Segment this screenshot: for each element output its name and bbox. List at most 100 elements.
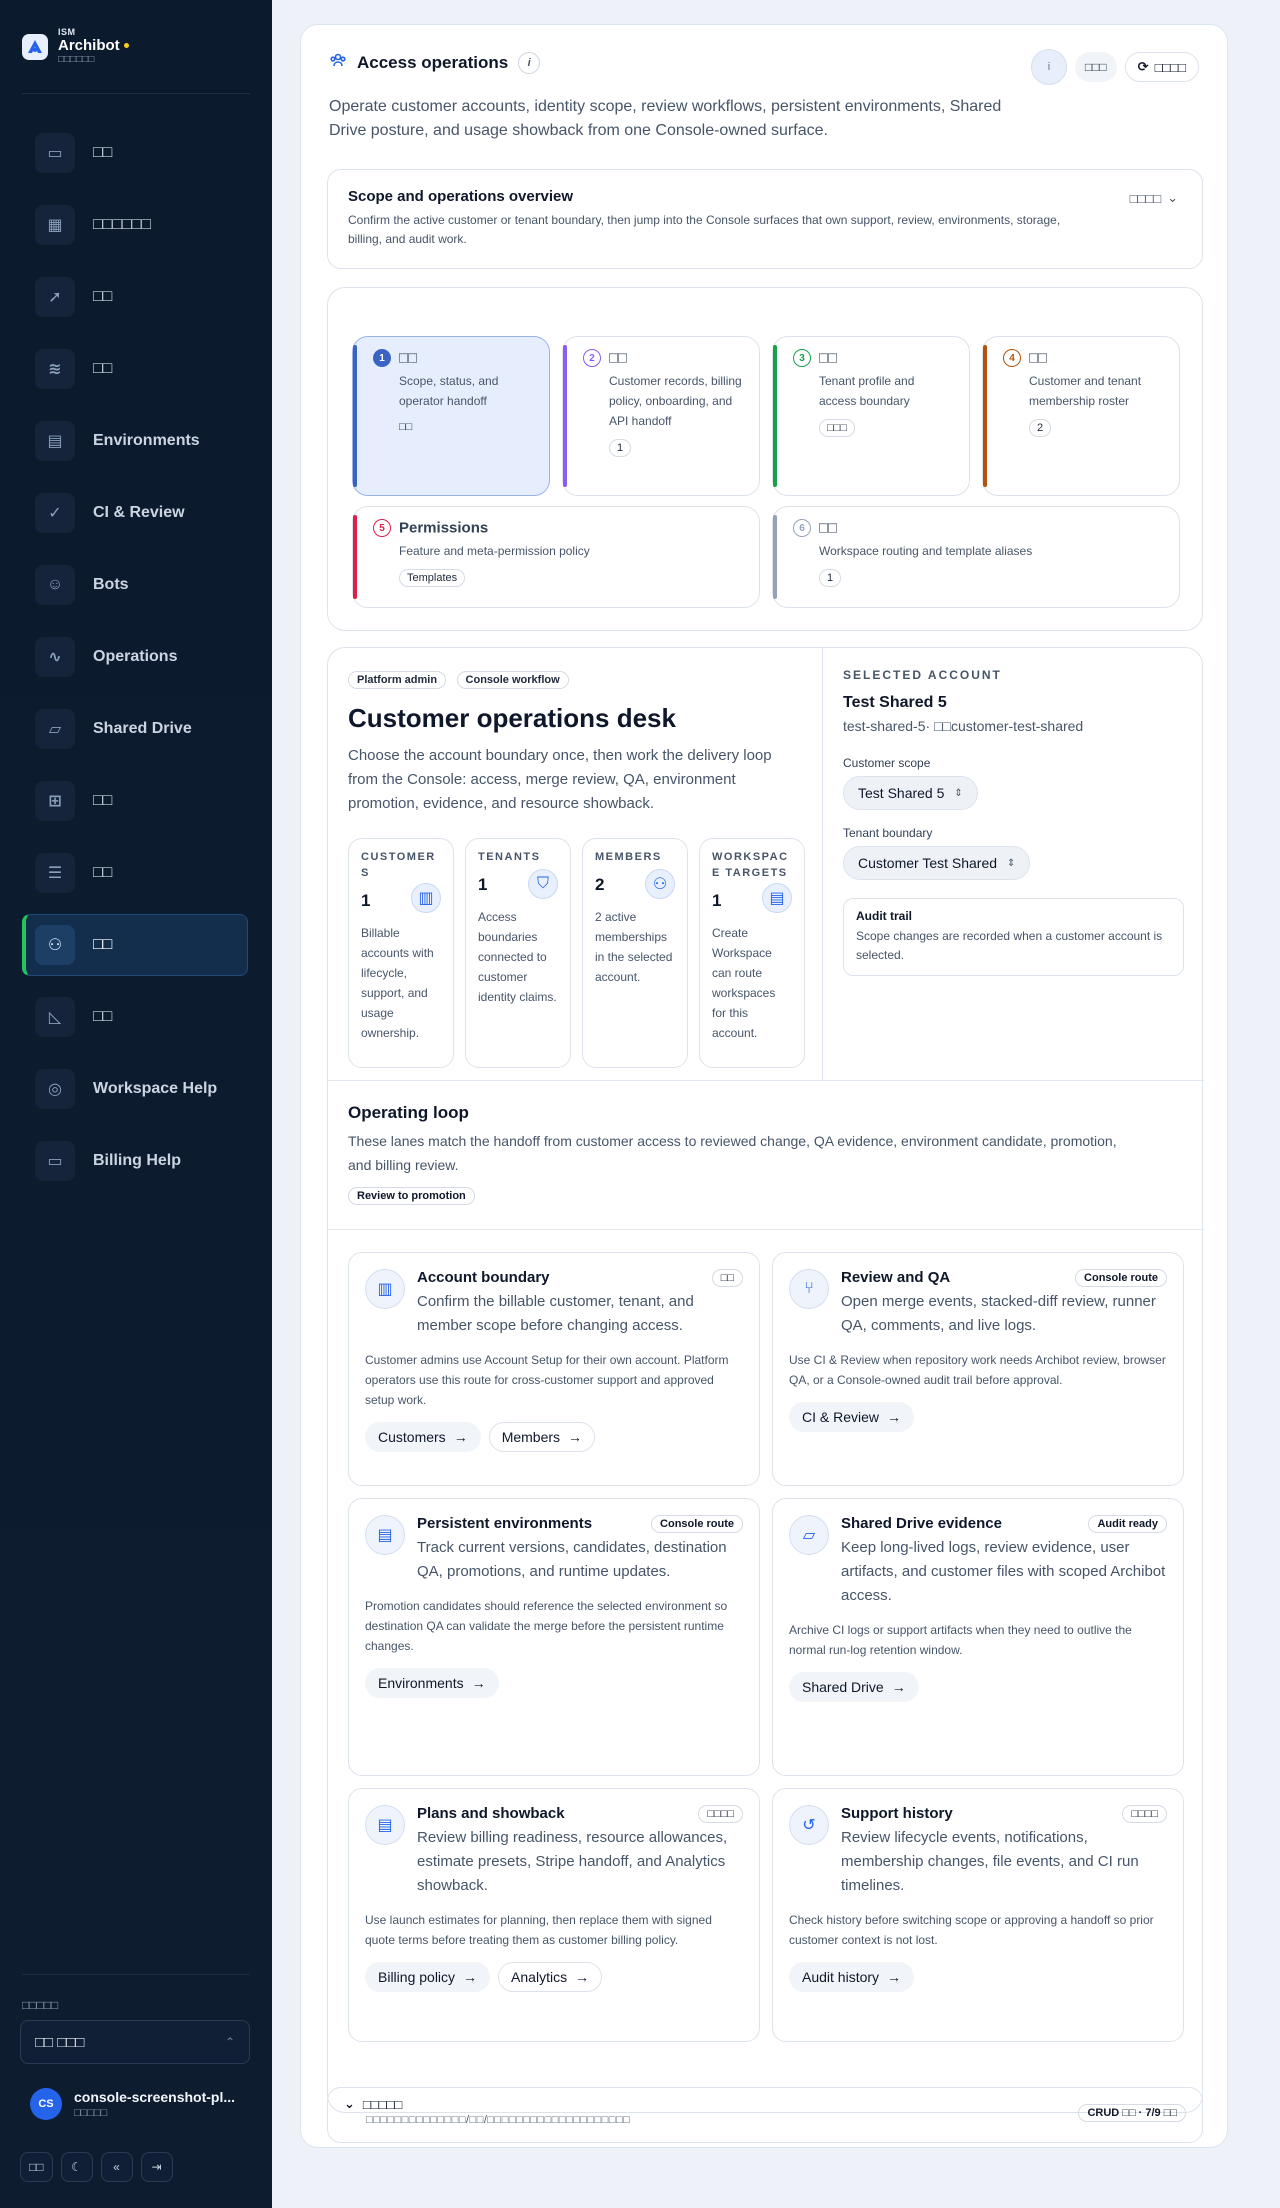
- card-link-button[interactable]: Audit history →: [789, 1962, 915, 1992]
- collapse-sidebar-button[interactable]: «: [100, 2152, 133, 2182]
- sidebar-item[interactable]: ⊞ □□: [22, 770, 248, 832]
- tenant-boundary-value: Customer Test Shared: [858, 855, 998, 871]
- sidebar-item[interactable]: ▤ Environments: [22, 410, 248, 472]
- sidebar-item[interactable]: ≋ □□: [22, 338, 248, 400]
- card-link-label: Members: [501, 1429, 561, 1445]
- check-circle-icon: ✓: [35, 493, 75, 533]
- card-link-button[interactable]: Environments →: [365, 1668, 499, 1698]
- language-button[interactable]: □□: [20, 2152, 53, 2182]
- card-subtitle: Review lifecycle events, notifications, …: [841, 1829, 1139, 1894]
- card-note: Customer admins use Account Setup for th…: [365, 1353, 729, 1407]
- sidebar-item-label: □□: [93, 936, 113, 953]
- workspace-select[interactable]: □□ □□□ ⌃: [20, 2020, 250, 2064]
- card-badge: □□□□: [1122, 1805, 1167, 1823]
- rocket-icon: ➚: [35, 277, 75, 317]
- operation-card: ⑂ Review and QA Console route Open merge ev…: [772, 1252, 1184, 1486]
- card-badge: Console route: [651, 1515, 743, 1533]
- workflow-step[interactable]: 1 □□ Scope, status, and operator handoff □□: [352, 336, 550, 496]
- step-title: □□: [819, 349, 838, 367]
- brand-name: Archibot: [58, 36, 120, 54]
- chat-icon: ▭: [35, 133, 75, 173]
- selected-account-label: SELECTED ACCOUNT: [843, 668, 1002, 682]
- desk-description: Choose the account boundary once, then w…: [348, 747, 772, 812]
- overview-title: Scope and operations overview: [348, 188, 574, 205]
- selected-account-id: test-shared-5· □□customer-test-shared: [843, 718, 1084, 734]
- card-title: Account boundary: [417, 1269, 550, 1286]
- card-badge: □□: [711, 1269, 743, 1287]
- sidebar-item[interactable]: ▭ □□: [22, 122, 248, 184]
- overview-toggle[interactable]: □□□□ ⌄: [1130, 190, 1178, 206]
- chart-icon: ◺: [35, 997, 75, 1037]
- step-accent-bar: [773, 345, 777, 487]
- crud-footer[interactable]: ⌄ □□□□□ □□□□□□□□□□□□□□/□□/□□□□□□□□□□□□□□…: [327, 2087, 1203, 2143]
- step-badge: 1: [819, 569, 842, 588]
- help-button[interactable]: i: [1030, 49, 1067, 85]
- sidebar-item[interactable]: ▱ Shared Drive: [22, 698, 248, 760]
- loop-title: Operating loop: [348, 1103, 469, 1122]
- sidebar-item[interactable]: ◎ Workspace Help: [22, 1058, 248, 1120]
- loop-tag: Review to promotion: [348, 1187, 475, 1205]
- tag-platform-admin: Platform admin: [348, 671, 447, 689]
- dashboard-icon: ▦: [35, 205, 75, 245]
- archibot-logo-icon: [22, 33, 48, 60]
- card-link-label: Analytics: [511, 1969, 568, 1985]
- secondary-button[interactable]: □□□: [1074, 52, 1117, 82]
- sidebar-item[interactable]: ➚ □□: [22, 266, 248, 328]
- workflow-step[interactable]: 5 Permissions Feature and meta-permission …: [352, 506, 760, 608]
- refresh-button[interactable]: ⟳ □□□□: [1124, 52, 1199, 82]
- sidebar-item[interactable]: ▭ Billing Help: [22, 1130, 248, 1192]
- history-icon: ↺: [789, 1805, 829, 1845]
- sidebar-item[interactable]: ▦ □□□□□□: [22, 194, 248, 256]
- brand[interactable]: ISM Archibot □□□□□□: [22, 27, 129, 65]
- card-link-label: Customers: [378, 1429, 446, 1445]
- main-panel: Access operations i i □□□ ⟳ □□□□ Operate…: [300, 24, 1228, 2148]
- folder-icon: ▱: [789, 1515, 829, 1555]
- workflow-step[interactable]: 2 □□ Customer records, billing policy, onb…: [562, 336, 760, 496]
- divider: [22, 93, 250, 94]
- logout-button[interactable]: ⇥: [140, 2152, 173, 2182]
- workflow-step[interactable]: 3 □□ Tenant profile and access boundary □□□: [772, 336, 970, 496]
- sidebar-item[interactable]: ⚇ □□: [22, 914, 248, 976]
- workflow-step[interactable]: 4 □□ Customer and tenant membership roster…: [982, 336, 1180, 496]
- card-subtitle: Review billing readiness, resource allow…: [417, 1829, 728, 1894]
- step-description: Scope, status, and operator handoff: [399, 374, 499, 409]
- arrow-right-icon: →: [471, 1675, 486, 1691]
- sidebar-item-label: Billing Help: [93, 1152, 181, 1169]
- theme-toggle-button[interactable]: ☾: [60, 2152, 93, 2182]
- database-icon: ≋: [35, 349, 75, 389]
- customer-scope-label: Customer scope: [843, 756, 931, 770]
- tag-console-workflow: Console workflow: [456, 671, 569, 689]
- sidebar-item-label: Environments: [93, 432, 200, 449]
- sidebar-item[interactable]: ☺ Bots: [22, 554, 248, 616]
- card-link-button[interactable]: CI & Review →: [789, 1402, 915, 1432]
- sidebar-item-label: □□: [93, 864, 113, 881]
- sidebar-item-label: Operations: [93, 648, 178, 665]
- tenant-boundary-select[interactable]: Customer Test Shared ⇕: [843, 846, 1031, 880]
- metric-label: TENANTS: [478, 851, 541, 863]
- sidebar-item[interactable]: ◺ □□: [22, 986, 248, 1048]
- sidebar-item[interactable]: ∿ Operations: [22, 626, 248, 688]
- step-title: □□: [399, 349, 418, 367]
- page-title: Access operations: [357, 52, 509, 72]
- operation-card: ↺ Support history □□□□ Review lifecycle eve…: [772, 1788, 1184, 2042]
- user-profile[interactable]: CS console-screenshot-pl... □□□□□: [30, 2088, 235, 2120]
- card-link-label: Billing policy: [378, 1969, 456, 1985]
- divider: [22, 1974, 250, 1975]
- info-icon[interactable]: i: [518, 51, 541, 74]
- operations-desk: Platform admin Console workflow Customer…: [327, 647, 1204, 2113]
- card-link-label: Shared Drive: [802, 1679, 884, 1695]
- card-link-button[interactable]: Analytics →: [498, 1962, 603, 1992]
- footer-subtitle: □□□□□□□□□□□□□□/□□/□□□□□□□□□□□□□□□□□□□□: [366, 2114, 631, 2126]
- card-link-button[interactable]: Customers →: [365, 1422, 481, 1452]
- card-link-button[interactable]: Billing policy →: [365, 1962, 491, 1992]
- card-link-button[interactable]: Members →: [488, 1422, 596, 1452]
- sidebar-item[interactable]: ✓ CI & Review: [22, 482, 248, 544]
- step-number: 6: [793, 519, 811, 537]
- card-link-button[interactable]: Shared Drive →: [789, 1672, 919, 1702]
- step-accent-bar: [353, 345, 357, 487]
- workflow-step[interactable]: 6 □□ Workspace routing and template aliase…: [772, 506, 1180, 608]
- arrow-right-icon: →: [887, 1969, 902, 1985]
- cart-icon: ⊞: [35, 781, 75, 821]
- customer-scope-select[interactable]: Test Shared 5 ⇕: [843, 776, 978, 810]
- sidebar-item[interactable]: ☰ □□: [22, 842, 248, 904]
